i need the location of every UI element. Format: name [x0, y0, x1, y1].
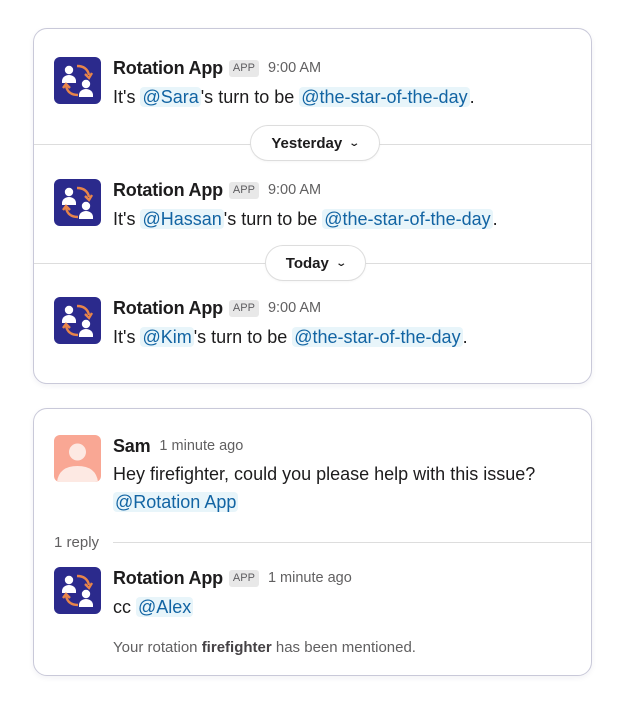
message-item: Rotation App APP 9:00 AM It's @Kim's tur…: [54, 297, 571, 357]
message-item: Rotation App APP 9:00 AM It's @Hassan's …: [54, 179, 571, 239]
author-name[interactable]: Rotation App: [113, 180, 223, 201]
author-name[interactable]: Rotation App: [113, 568, 223, 589]
author-name[interactable]: Rotation App: [113, 58, 223, 79]
app-badge: APP: [228, 299, 259, 317]
rotation-app-avatar[interactable]: [54, 179, 101, 226]
author-name[interactable]: Sam: [113, 436, 151, 457]
message-text: It's @Kim's turn to be @the-star-of-the-…: [113, 323, 468, 351]
author-name[interactable]: Rotation App: [113, 298, 223, 319]
text-segment: 's turn to be: [193, 327, 293, 347]
text-segment: Your rotation: [113, 639, 202, 656]
text-segment: 's turn to be: [223, 209, 323, 229]
message-timestamp[interactable]: 1 minute ago: [268, 570, 352, 586]
group-mention[interactable]: @the-star-of-the-day: [292, 327, 463, 347]
app-mention[interactable]: @Rotation App: [113, 492, 239, 512]
rotation-app-avatar[interactable]: [54, 57, 101, 104]
chevron-down-icon: ⌄: [335, 257, 347, 269]
rotation-icon: [62, 574, 94, 607]
text-segment: It's: [113, 209, 141, 229]
message-timestamp[interactable]: 9:00 AM: [268, 182, 321, 198]
thread-card: Sam 1 minute ago Hey firefighter, could …: [33, 408, 592, 676]
date-label: Yesterday: [271, 134, 343, 152]
message-text: It's @Hassan's turn to be @the-star-of-t…: [113, 205, 498, 233]
text-segment: has been mentioned.: [271, 639, 416, 656]
person-icon: [57, 443, 98, 482]
message-text: Hey firefighter, could you please help w…: [113, 460, 535, 516]
rotation-icon: [62, 64, 94, 97]
reply-divider: [113, 541, 591, 543]
thread-replies-row: 1 reply: [54, 532, 591, 552]
group-mention[interactable]: @the-star-of-the-day: [299, 87, 470, 107]
rotation-mention-note: Your rotation firefighter has been menti…: [113, 639, 416, 656]
date-divider-today[interactable]: Today ⌄: [265, 245, 366, 281]
user-mention[interactable]: @Sara: [140, 87, 201, 107]
date-label: Today: [285, 254, 329, 272]
date-divider-yesterday[interactable]: Yesterday ⌄: [250, 125, 380, 161]
app-badge: APP: [228, 181, 259, 199]
rotation-app-avatar[interactable]: [54, 567, 101, 614]
text-segment: cc: [113, 597, 137, 617]
rotation-icon: [62, 186, 94, 219]
user-mention[interactable]: @Hassan: [140, 209, 224, 229]
reply-count[interactable]: 1 reply: [54, 534, 99, 551]
chevron-down-icon: ⌄: [348, 137, 361, 149]
rotation-name: firefighter: [201, 639, 272, 656]
rotation-icon: [62, 304, 94, 337]
parent-message: Sam 1 minute ago Hey firefighter, could …: [54, 435, 571, 519]
text-segment: .: [462, 327, 468, 347]
text-segment: Hey firefighter, could you please help w…: [113, 464, 536, 484]
app-badge: APP: [228, 569, 259, 587]
user-mention[interactable]: @Kim: [140, 327, 194, 347]
reply-message: Rotation App APP 1 minute ago cc @Alex: [54, 567, 571, 627]
user-avatar[interactable]: [54, 435, 101, 482]
group-mention[interactable]: @the-star-of-the-day: [322, 209, 493, 229]
user-mention[interactable]: @Alex: [136, 597, 194, 617]
message-text: It's @Sara's turn to be @the-star-of-the…: [113, 83, 475, 111]
text-segment: .: [492, 209, 498, 229]
message-item: Rotation App APP 9:00 AM It's @Sara's tu…: [54, 57, 571, 117]
rotation-app-avatar[interactable]: [54, 297, 101, 344]
text-segment: It's: [113, 87, 141, 107]
text-segment: .: [469, 87, 475, 107]
message-timestamp[interactable]: 1 minute ago: [159, 438, 243, 454]
message-text: cc @Alex: [113, 593, 194, 621]
text-segment: It's: [113, 327, 141, 347]
message-timestamp[interactable]: 9:00 AM: [268, 300, 321, 316]
message-timestamp[interactable]: 9:00 AM: [268, 60, 321, 76]
text-segment: 's turn to be: [200, 87, 300, 107]
rotation-messages-card: Rotation App APP 9:00 AM It's @Sara's tu…: [33, 28, 592, 384]
app-badge: APP: [228, 59, 259, 77]
